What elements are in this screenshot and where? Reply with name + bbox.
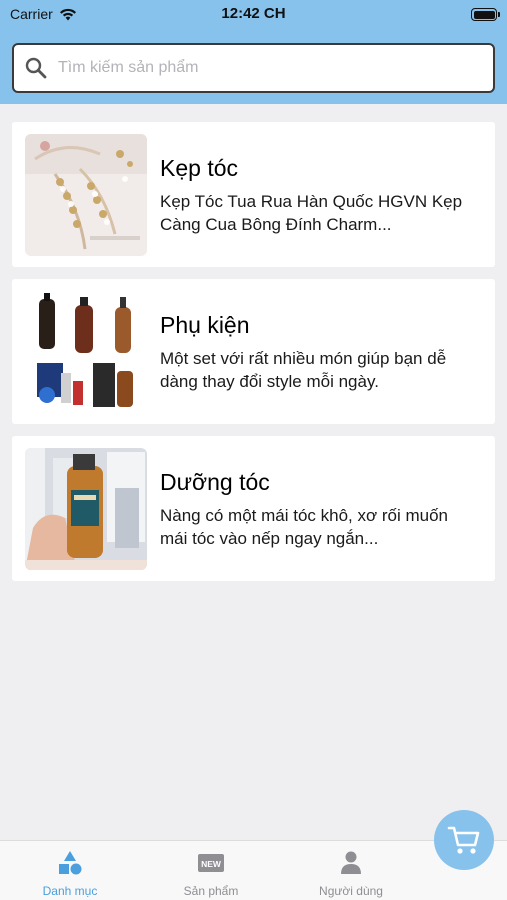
svg-text:NEW: NEW <box>201 859 222 869</box>
category-title: Dưỡng tóc <box>160 468 270 495</box>
category-title: Phụ kiện <box>160 311 250 338</box>
category-title: Kẹp tóc <box>160 154 238 181</box>
status-time: 12:42 CH <box>221 5 286 22</box>
user-icon <box>341 851 361 874</box>
tab-label: Danh mục <box>42 884 98 898</box>
cart-icon <box>447 826 480 854</box>
search-bar[interactable] <box>12 43 495 93</box>
category-description: Kẹp Tóc Tua Rua Hàn Quốc HGVN Kẹp Càng C… <box>160 191 463 234</box>
cart-button[interactable] <box>434 810 494 870</box>
tab-nguoi-dung[interactable]: Người dùng <box>281 841 421 900</box>
battery-level <box>473 10 495 19</box>
battery-icon <box>471 8 500 21</box>
category-image-phu-kien <box>25 290 147 413</box>
status-bar: Carrier 12:42 CH <box>0 0 507 30</box>
tab-label: Người dùng <box>319 884 383 898</box>
category-description: Một set với rất nhiều món giúp bạn dễ dà… <box>160 348 447 391</box>
tab-label: Sản phẩm <box>183 884 239 898</box>
tab-bar: Danh mục NEW Sản phẩm Người dùng <box>0 840 507 900</box>
header: Carrier 12:42 CH <box>0 0 507 104</box>
category-list: Kẹp tóc Kẹp Tóc Tua Rua Hàn Quốc HGVN Kẹ… <box>12 122 495 593</box>
new-badge-icon: NEW <box>198 854 224 872</box>
category-card-phu-kien[interactable]: Phụ kiện Một set với rất nhiều món giúp … <box>12 279 495 424</box>
category-description: Nàng có một mái tóc khô, xơ rối muốn mái… <box>160 505 448 548</box>
category-card-kep-toc[interactable]: Kẹp tóc Kẹp Tóc Tua Rua Hàn Quốc HGVN Kẹ… <box>12 122 495 267</box>
tab-san-pham[interactable]: NEW Sản phẩm <box>141 841 281 900</box>
category-card-duong-toc[interactable]: Dưỡng tóc Nàng có một mái tóc khô, xơ rố… <box>12 436 495 581</box>
category-image-duong-toc <box>25 447 147 570</box>
search-icon <box>25 57 47 79</box>
tab-danh-muc[interactable]: Danh mục <box>0 841 140 900</box>
category-image-kep-toc <box>25 133 147 256</box>
shapes-icon <box>59 851 82 875</box>
search-input[interactable] <box>58 45 493 91</box>
